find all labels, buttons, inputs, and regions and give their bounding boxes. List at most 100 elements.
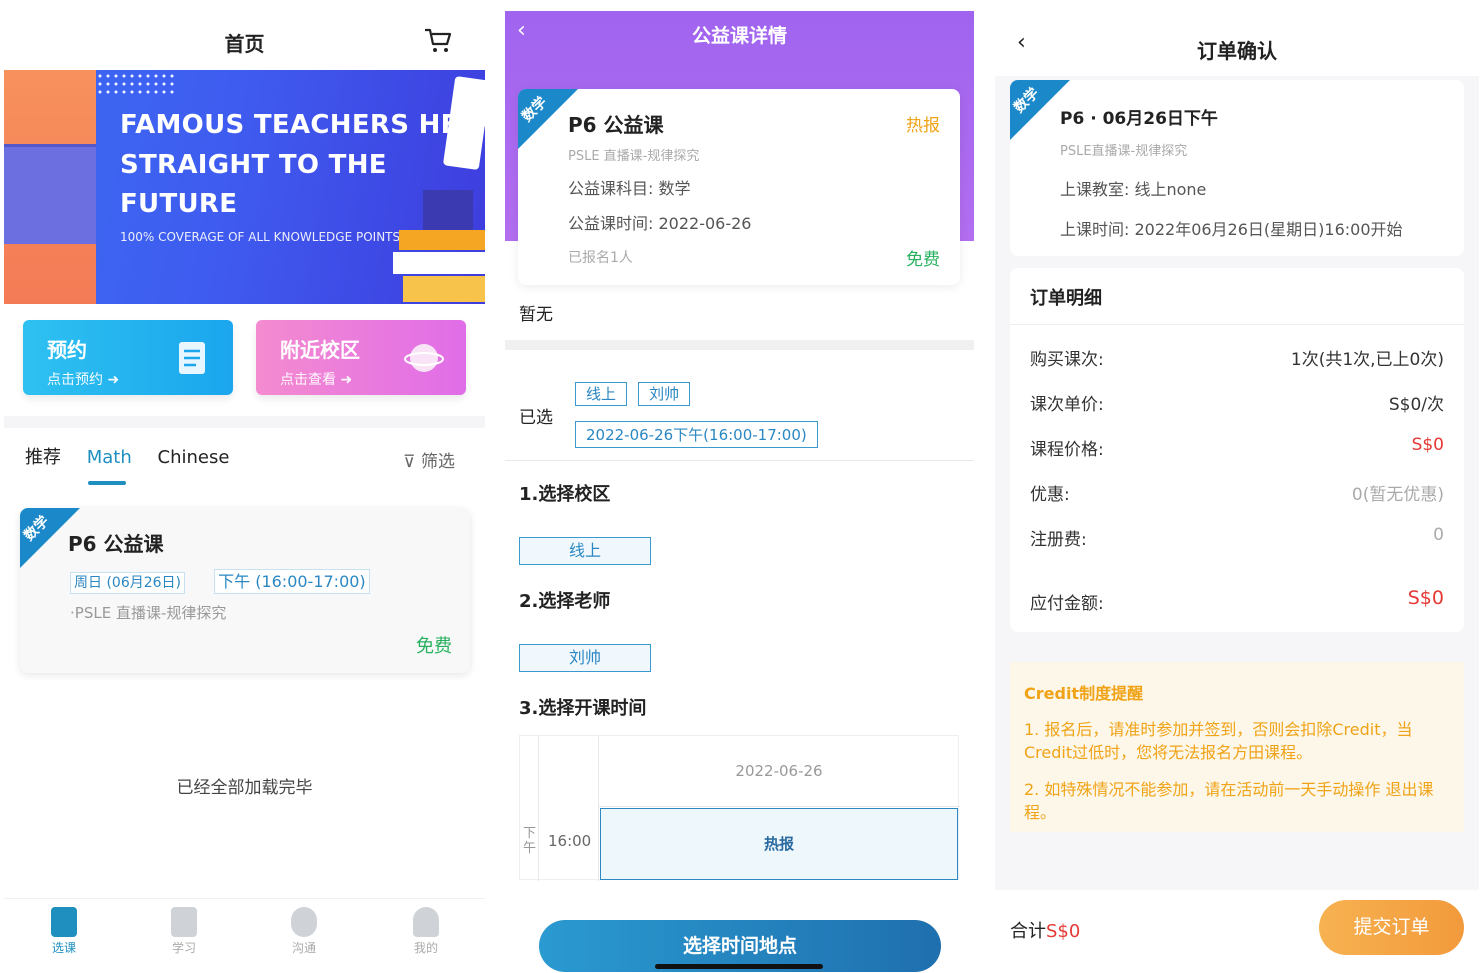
nav-item-chat[interactable]: 沟通 [274, 907, 334, 956]
page-title: 订单确认 [1197, 39, 1277, 63]
divider [505, 460, 974, 461]
row-label: 应付金额: [1030, 594, 1104, 614]
credit-notice: Credit制度提醒 1. 报名后，请准时参加并签到，否则会扣除Credit，当… [1010, 662, 1464, 832]
course-title: P6 公益课 [568, 113, 664, 137]
banner-headline-2: STRAIGHT TO THE [120, 150, 387, 180]
active-tab-indicator [88, 481, 126, 485]
page-title: 首页 [224, 32, 265, 56]
arrow-circle-icon: ➜ [107, 372, 120, 388]
nav-label: 沟通 [291, 941, 316, 955]
selected-label: 已选 [519, 408, 553, 428]
row-label: 课程价格: [1030, 440, 1104, 460]
nav-item-select-course[interactable]: 选课 [34, 907, 94, 956]
selected-teacher-chip: 刘帅 [638, 382, 691, 406]
calculator-icon [171, 907, 197, 937]
credit-title: Credit制度提醒 [1024, 684, 1144, 703]
row-value: S$0 [1407, 587, 1444, 609]
campus-option-online[interactable]: 线上 [519, 537, 651, 565]
divider [4, 416, 485, 428]
price-label: 免费 [416, 636, 452, 657]
row-value: 0 [1433, 525, 1444, 545]
banner-headline-3: FUTURE [120, 189, 238, 219]
enrolled-count: 已报名1人 [568, 250, 633, 266]
course-title: P6 · 06月26日下午 [1060, 109, 1218, 129]
banner-headline-1: FAMOUS TEACHERS HELP [120, 110, 485, 140]
course-subject: 公益课科目: 数学 [568, 179, 691, 198]
classroom: 上课教室: 线上none [1060, 180, 1207, 199]
course-info-card: 数学 P6 公益课 热报 PSLE 直播课-规律探究 公益课科目: 数学 公益课… [518, 89, 960, 285]
row-label: 购买课次: [1030, 350, 1104, 370]
banner-decor [96, 72, 176, 96]
schedule-date: 2022-06-26 [735, 762, 823, 780]
date-tag: 周日 (06月26日) [70, 572, 186, 594]
row-value: 1次(共1次,已上0次) [1290, 350, 1444, 370]
row-value: 0(暂无优惠) [1351, 485, 1444, 505]
home-screen: 首页 FAMOUS TEACHERS HELP STRAIGHT TO THE … [4, 0, 485, 973]
hot-badge: 热报 [906, 116, 940, 136]
course-title: P6 公益课 [68, 532, 164, 556]
submit-order-button[interactable]: 提交订单 [1319, 900, 1464, 955]
course-subtitle: PSLE 直播课-规律探究 [568, 149, 700, 164]
empty-text: 暂无 [519, 305, 553, 325]
course-subtitle: PSLE直播课-规律探究 [1060, 144, 1188, 159]
teacher-option[interactable]: 刘帅 [519, 644, 651, 672]
course-summary-card: 数学 P6 · 06月26日下午 PSLE直播课-规律探究 上课教室: 线上no… [1010, 80, 1464, 256]
row-label: 注册费: [1030, 530, 1087, 550]
banner-subtitle: 100% COVERAGE OF ALL KNOWLEDGE POINTS [120, 230, 401, 244]
total-label: 合计 [1010, 921, 1046, 942]
user-icon [413, 907, 439, 937]
cart-icon[interactable] [423, 26, 453, 54]
credit-rule-2: 2. 如特殊情况不能参加，请在活动前一天手动操作 退出课程。 [1024, 780, 1434, 822]
book-sub: 点击预约 [47, 372, 103, 388]
selected-time-chip: 2022-06-26下午(16:00-17:00) [575, 421, 818, 448]
filter-label: 筛选 [421, 452, 455, 472]
row-value: S$0 [1411, 435, 1444, 455]
nav-label: 选课 [51, 941, 76, 955]
total-value: S$0 [1046, 921, 1081, 942]
section-title-campus: 1.选择校区 [519, 484, 611, 505]
books-illustration [393, 190, 485, 302]
bookmark-icon [51, 907, 77, 937]
order-detail-card: 订单明细 购买课次: 1次(共1次,已上0次) 课次单价: S$0/次 课程价格… [1010, 268, 1464, 632]
course-subtitle: ·PSLE 直播课-规律探究 [70, 604, 227, 622]
divider [1010, 324, 1464, 325]
nav-item-study[interactable]: 学习 [154, 907, 214, 956]
class-time: 上课时间: 2022年06月26日(星期日)16:00开始 [1060, 220, 1403, 239]
price-label: 免费 [906, 250, 940, 270]
nav-item-profile[interactable]: 我的 [396, 907, 456, 956]
nav-label: 我的 [413, 941, 438, 955]
tab-recommend[interactable]: 推荐 [25, 447, 61, 468]
nearby-campus-button[interactable]: 附近校区 点击查看 ➜ [256, 320, 466, 395]
filter-icon: ⊽ [403, 452, 416, 472]
bottom-nav: 选课 学习 沟通 我的 [4, 898, 485, 973]
document-icon [179, 342, 205, 374]
planet-icon [404, 344, 444, 372]
schedule-slot[interactable]: 热报 [600, 808, 958, 880]
course-detail-screen: ‹ 公益课详情 数学 P6 公益课 热报 PSLE 直播课-规律探究 公益课科目… [505, 0, 974, 973]
tab-math[interactable]: Math [87, 447, 132, 468]
checkout-bar: 合计S$0 提交订单 [995, 890, 1479, 973]
category-tabs: 推荐 Math Chinese [25, 443, 249, 469]
promo-banner[interactable]: FAMOUS TEACHERS HELP STRAIGHT TO THE FUT… [4, 70, 485, 304]
divider [505, 340, 974, 350]
schedule-period: 下午 [523, 826, 537, 856]
course-date: 公益课时间: 2022-06-26 [568, 214, 752, 233]
schedule-grid: 2022-06-26 下午 16:00 热报 [519, 735, 960, 881]
detail-title: 订单明细 [1030, 288, 1102, 309]
book-appointment-button[interactable]: 预约 点击预约 ➜ [23, 320, 233, 395]
row-value: S$0/次 [1388, 395, 1444, 415]
home-indicator [655, 964, 823, 969]
row-label: 优惠: [1030, 485, 1070, 505]
selected-campus-chip: 线上 [575, 382, 628, 406]
row-label: 课次单价: [1030, 395, 1104, 415]
arrow-circle-icon: ➜ [340, 372, 353, 388]
section-title-time: 3.选择开课时间 [519, 698, 647, 719]
filter-button[interactable]: ⊽ 筛选 [403, 447, 455, 472]
course-card[interactable]: 数学 P6 公益课 周日 (06月26日) 下午 (16:00-17:00) ·… [20, 508, 470, 673]
tab-chinese[interactable]: Chinese [158, 447, 230, 468]
schedule-time: 16:00 [548, 832, 592, 850]
chat-icon [291, 907, 317, 937]
page-title: 公益课详情 [691, 25, 787, 47]
nav-label: 学习 [171, 941, 196, 955]
credit-rule-1: 1. 报名后，请准时参加并签到，否则会扣除Credit，当Credit过低时，您… [1024, 720, 1413, 762]
